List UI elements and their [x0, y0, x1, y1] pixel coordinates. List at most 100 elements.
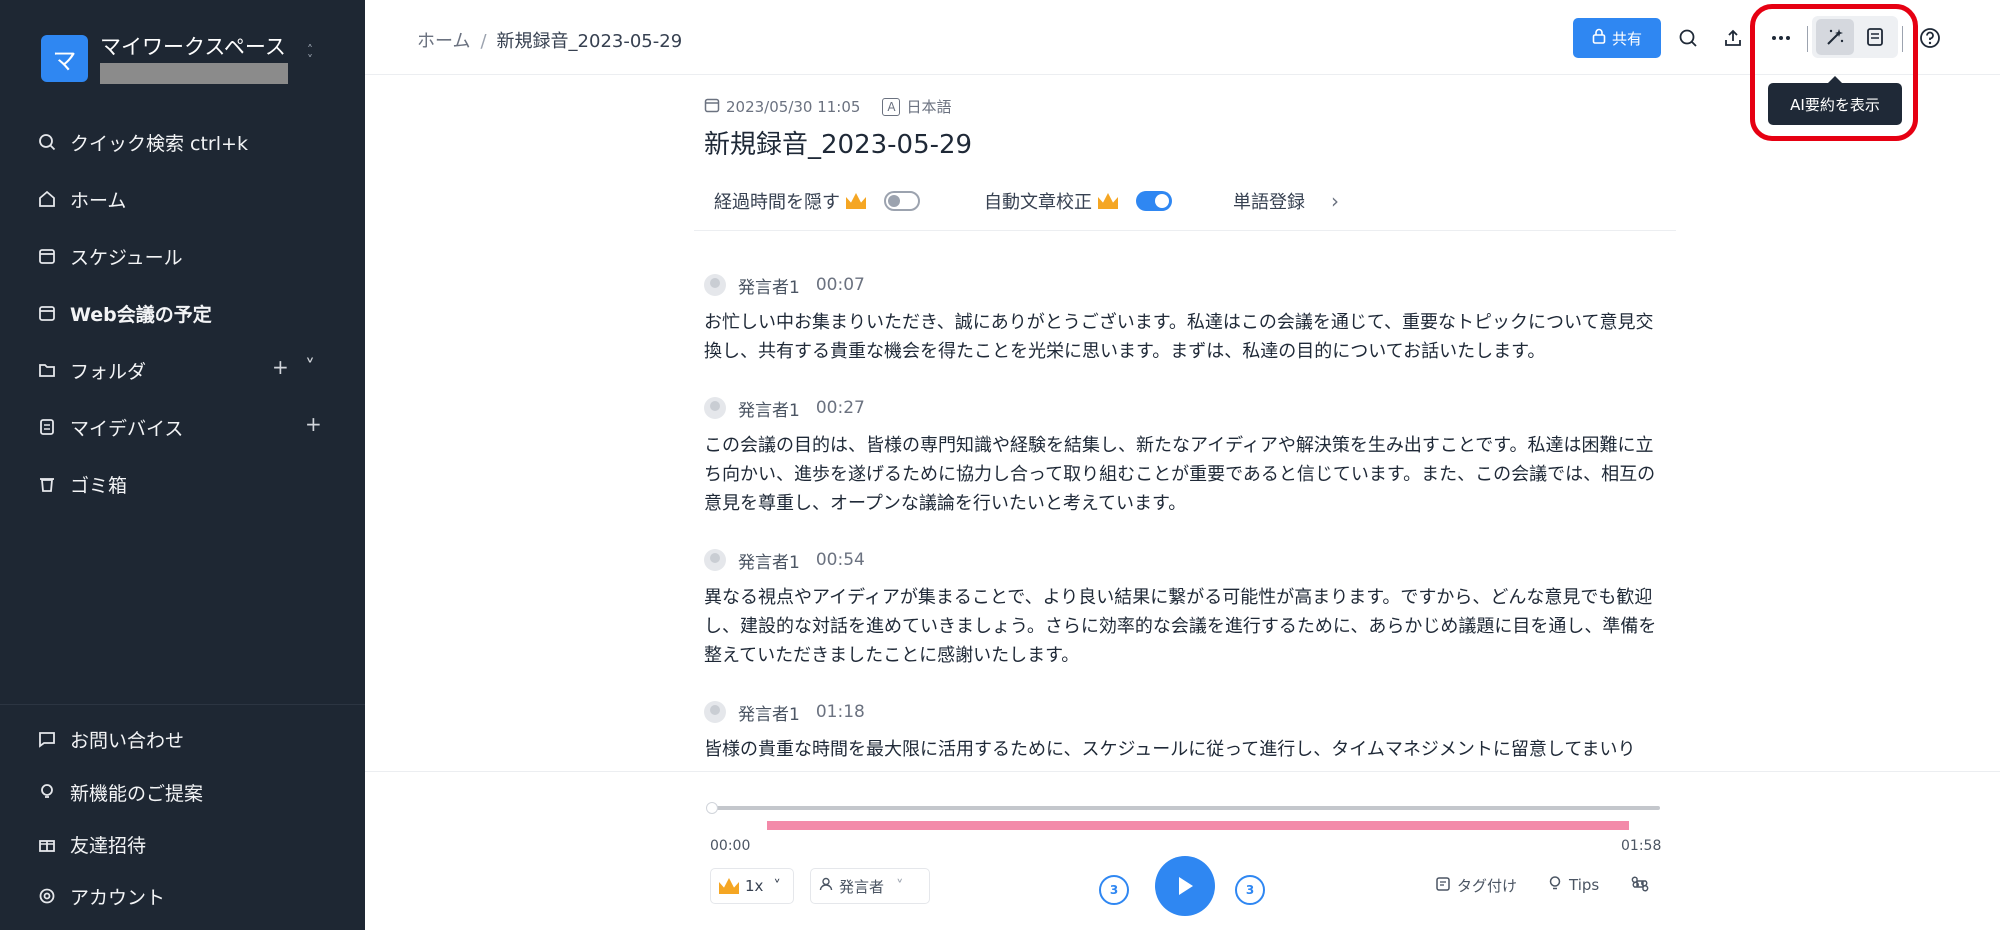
chevron-up-down-icon[interactable]: ˄ ˅: [307, 44, 313, 66]
hide-elapsed-option: 経過時間を隠す: [714, 186, 920, 216]
language-icon: A: [882, 97, 901, 116]
trash-icon: [36, 473, 58, 495]
seek-thumb[interactable]: [706, 802, 718, 814]
segment-text[interactable]: 異なる視点やアイディアが集まることで、より良い結果に繋がる可能性が高まります。で…: [704, 583, 1664, 670]
tips-button[interactable]: Tips: [1547, 875, 1599, 895]
sidebar-item-label: 新機能のご提案: [70, 782, 204, 805]
chevron-down-icon[interactable]: ˅: [305, 355, 315, 379]
sidebar-item-label: 友達招待: [70, 834, 147, 857]
segment-header: 発言者1 00:54: [704, 545, 1664, 575]
chevron-right-icon: ›: [1331, 189, 1339, 213]
sidebar-item-contact[interactable]: お問い合わせ: [36, 722, 184, 756]
sidebar-item-schedule[interactable]: スケジュール: [36, 239, 183, 273]
play-icon: [1179, 877, 1193, 895]
speaker-name[interactable]: 発言者1: [738, 548, 800, 573]
tips-label: Tips: [1569, 876, 1600, 894]
add-device-icon[interactable]: +: [305, 412, 322, 436]
options-divider: [694, 230, 1676, 231]
auto-correct-option: 自動文章校正: [984, 186, 1172, 216]
export-icon[interactable]: [1715, 20, 1751, 56]
workspace-email-redacted: [100, 63, 288, 84]
keyboard-shortcut-icon[interactable]: [1631, 875, 1649, 893]
recording-language: 日本語: [906, 98, 952, 116]
auto-correct-toggle[interactable]: [1136, 191, 1172, 211]
hide-elapsed-label: 経過時間を隠す: [714, 192, 840, 213]
segment-text[interactable]: この会議の目的は、皆様の専門知識や経験を結集し、新たなアイディアや解決策を生み出…: [704, 431, 1664, 518]
sidebar-item-label: アカウント: [70, 886, 166, 909]
sidebar-item-label: マイデバイス: [70, 417, 184, 440]
sidebar-item-account[interactable]: アカウント: [36, 879, 165, 913]
workspace-logo: マ: [41, 35, 88, 82]
sidebar-item-home[interactable]: ホーム: [36, 182, 126, 216]
speaker-avatar: [704, 274, 726, 296]
segment-time[interactable]: 00:07: [816, 275, 865, 295]
segment-time[interactable]: 00:27: [816, 398, 865, 418]
sidebar-item-feature-request[interactable]: 新機能のご提案: [36, 775, 203, 809]
premium-crown-icon: [1098, 193, 1118, 209]
search-in-transcript-icon[interactable]: [1670, 20, 1706, 56]
sidebar-item-quick-search[interactable]: クイック検索 ctrl+k: [36, 125, 248, 159]
segment-time[interactable]: 00:54: [816, 550, 865, 570]
total-time: 01:58: [1621, 838, 1662, 854]
calendar-icon: [704, 97, 720, 117]
sidebar-item-label: お問い合わせ: [70, 729, 185, 752]
workspace-name: マイワークスペース: [100, 35, 286, 59]
premium-crown-icon: [719, 878, 739, 894]
sidebar-item-trash[interactable]: ゴミ箱: [36, 467, 127, 501]
speaker-name[interactable]: 発言者1: [738, 396, 800, 421]
transcript-options-bar: 経過時間を隠す 自動文章校正 単語登録 ›: [714, 186, 1674, 216]
highlight-annotation: [1750, 4, 1918, 141]
sidebar-item-invite[interactable]: 友達招待: [36, 827, 146, 861]
folder-icon: [36, 359, 58, 381]
home-icon: [36, 188, 58, 210]
chat-icon: [36, 728, 58, 750]
lightbulb-icon: [36, 781, 58, 803]
playback-speed-select[interactable]: 1x ˅: [710, 868, 794, 904]
speaker-name[interactable]: 発言者1: [738, 273, 800, 298]
play-button[interactable]: [1155, 856, 1215, 916]
segment-time[interactable]: 01:18: [816, 702, 865, 722]
hide-elapsed-toggle[interactable]: [884, 191, 920, 211]
breadcrumb-current: 新規録音_2023-05-29: [496, 31, 683, 52]
page-title[interactable]: 新規録音_2023-05-29: [704, 124, 972, 161]
search-icon: [36, 131, 58, 153]
gear-icon: [36, 885, 58, 907]
speaker-avatar: [704, 701, 726, 723]
share-button[interactable]: 共有: [1573, 18, 1661, 58]
breadcrumb: ホーム / 新規録音_2023-05-29: [417, 27, 682, 53]
sidebar-item-label: ゴミ箱: [70, 474, 128, 497]
speaker-name[interactable]: 発言者1: [738, 700, 800, 725]
transcript-segment: 発言者1 00:54 異なる視点やアイディアが集まることで、より良い結果に繋がる…: [704, 545, 1664, 670]
speaker-filter-select[interactable]: 発言者 ˅: [810, 868, 930, 904]
add-folder-icon[interactable]: +: [272, 355, 289, 379]
word-register-option[interactable]: 単語登録 ›: [1233, 186, 1339, 216]
sidebar-item-label: クイック検索 ctrl+k: [70, 132, 248, 155]
workspace-switcher[interactable]: マ マイワークスペース ˄ ˅: [41, 35, 341, 90]
sidebar-item-folder[interactable]: フォルダ: [36, 353, 146, 387]
lock-icon: [1592, 28, 1606, 48]
transcript-list: 発言者1 00:07 お忙しい中お集まりいただき、誠にありがとうございます。私達…: [704, 270, 1664, 768]
transcript-segment: 発言者1 00:27 この会議の目的は、皆様の専門知識や経験を結集し、新たなアイ…: [704, 393, 1664, 518]
tag-button[interactable]: タグ付け: [1435, 875, 1517, 896]
breadcrumb-separator: /: [480, 31, 487, 52]
workspace-info: マイワークスペース: [100, 35, 288, 84]
seek-bar[interactable]: [715, 806, 1660, 810]
sidebar-item-my-device[interactable]: マイデバイス: [36, 410, 183, 444]
share-label: 共有: [1611, 29, 1642, 48]
skip-back-button[interactable]: 3: [1099, 875, 1129, 905]
chevron-down-icon: ˅: [896, 877, 904, 895]
lightbulb-icon: [1547, 875, 1563, 895]
sidebar-item-label: ホーム: [70, 189, 127, 212]
calendar-icon: [36, 245, 58, 267]
chevron-down-icon: ˅: [773, 877, 781, 895]
app-root: マ マイワークスペース ˄˅ クイック検索 ctrl+k ホーム スケジュール: [0, 0, 2000, 930]
segment-header: 発言者1 00:27: [704, 393, 1664, 423]
speaker-avatar: [704, 397, 726, 419]
segment-text[interactable]: 皆様の貴重な時間を最大限に活用するために、スケジュールに従って進行し、タイムマネ…: [704, 735, 1664, 764]
sidebar-item-label: Web会議の予定: [70, 303, 212, 326]
sidebar-item-web-meeting[interactable]: Web会議の予定: [36, 296, 212, 330]
sidebar-item-label: フォルダ: [70, 360, 147, 383]
skip-forward-button[interactable]: 3: [1235, 875, 1265, 905]
segment-text[interactable]: お忙しい中お集まりいただき、誠にありがとうございます。私達はこの会議を通じて、重…: [704, 308, 1664, 366]
breadcrumb-home[interactable]: ホーム: [417, 31, 470, 52]
